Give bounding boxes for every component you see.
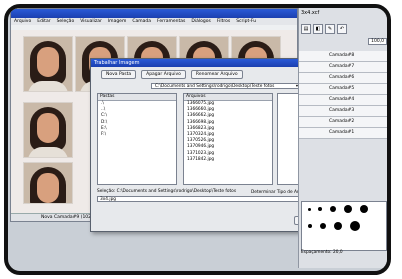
brush-dot[interactable]	[308, 224, 312, 228]
path-dropdown[interactable]: C:\Documents and Settings\rodrigo\Deskto…	[151, 83, 301, 89]
menu-item[interactable]: Camada	[132, 19, 151, 24]
menu-item[interactable]: Visualizar	[80, 19, 102, 24]
spacing-value[interactable]: 20,0	[333, 250, 343, 255]
portrait-photo	[23, 102, 73, 158]
layer-item[interactable]: Camada#8	[299, 51, 387, 62]
brush-dot[interactable]	[318, 207, 322, 211]
layer-item[interactable]: Camada#6	[299, 73, 387, 84]
screenshot-frame: Arquivo Editar Seleção Visualizar Imagem…	[4, 4, 391, 275]
folders-header: Pastas	[98, 94, 176, 101]
selection-label: Seleção: C:\Documents and Settings\rodri…	[97, 189, 237, 194]
portrait-photo	[23, 36, 73, 92]
brush-dot[interactable]	[320, 223, 326, 229]
paths-icon[interactable]: ✎	[325, 24, 335, 34]
menu-item[interactable]: Ferramentas	[157, 19, 185, 24]
path-value: C:\Documents and Settings\rodrigo\Deskto…	[155, 83, 275, 89]
brush-dot[interactable]	[360, 205, 368, 213]
menu-item[interactable]: Seleção	[57, 19, 75, 24]
spacing-row: Espaçamento: 20,0	[301, 250, 343, 255]
channels-icon[interactable]: ◧	[313, 24, 323, 34]
layer-item[interactable]: Camada#2	[299, 117, 387, 128]
layer-item[interactable]: Camada#7	[299, 62, 387, 73]
brush-dot[interactable]	[350, 221, 360, 231]
menu-item[interactable]: Filtros	[217, 19, 230, 24]
brush-dot[interactable]	[344, 205, 352, 213]
delete-file-button[interactable]: Apagar Arquivo	[141, 70, 186, 79]
brush-dot[interactable]	[334, 222, 342, 230]
rename-file-button[interactable]: Renomear Arquivo	[190, 70, 243, 79]
layers-list[interactable]: Camada#8 Camada#7 Camada#6 Camada#5 Cama…	[299, 51, 387, 139]
layer-item[interactable]: Camada#4	[299, 95, 387, 106]
portrait-photo	[23, 162, 73, 204]
opacity-row: 100,0	[299, 36, 387, 47]
layers-icon[interactable]: ▤	[301, 24, 311, 34]
opacity-value[interactable]: 100,0	[368, 38, 387, 45]
layers-dock: 3x4.xcf ▤ ◧ ✎ ↶ 100,0 Camada#8 Camada#7 …	[298, 8, 387, 268]
menu-item[interactable]: Script-Fu	[236, 19, 256, 24]
file-item[interactable]: 1371842.jpg	[184, 157, 272, 163]
layer-file-name: 3x4.xcf	[301, 10, 320, 16]
undo-icon[interactable]: ↶	[337, 24, 347, 34]
new-folder-button[interactable]: Nova Pasta	[101, 70, 137, 79]
folder-item[interactable]: F:\	[98, 132, 176, 138]
files-list[interactable]: Arquivos 1366075.jpg 1366660.jpg 1366662…	[183, 93, 273, 185]
layer-item[interactable]: Camada#1	[299, 128, 387, 139]
menu-item[interactable]: Imagem	[108, 19, 126, 24]
files-header: Arquivos	[184, 94, 272, 101]
image-titlebar	[11, 9, 297, 18]
brushes-panel[interactable]	[301, 201, 387, 251]
brush-dot[interactable]	[330, 206, 336, 212]
menu-item[interactable]: Arquivo	[14, 19, 31, 24]
menu-item[interactable]: Editar	[37, 19, 50, 24]
layer-item[interactable]: Camada#5	[299, 84, 387, 95]
status-text: Nova Camada#9 (102	[41, 215, 92, 220]
brush-dot[interactable]	[308, 208, 311, 211]
dock-toolbar: ▤ ◧ ✎ ↶	[299, 22, 387, 36]
menu-item[interactable]: Diálogos	[191, 19, 210, 24]
layer-item[interactable]: Camada#3	[299, 106, 387, 117]
folders-list[interactable]: Pastas .\ ..\ C:\ D:\ E:\ F:\	[97, 93, 177, 185]
spacing-label: Espaçamento:	[301, 250, 332, 255]
